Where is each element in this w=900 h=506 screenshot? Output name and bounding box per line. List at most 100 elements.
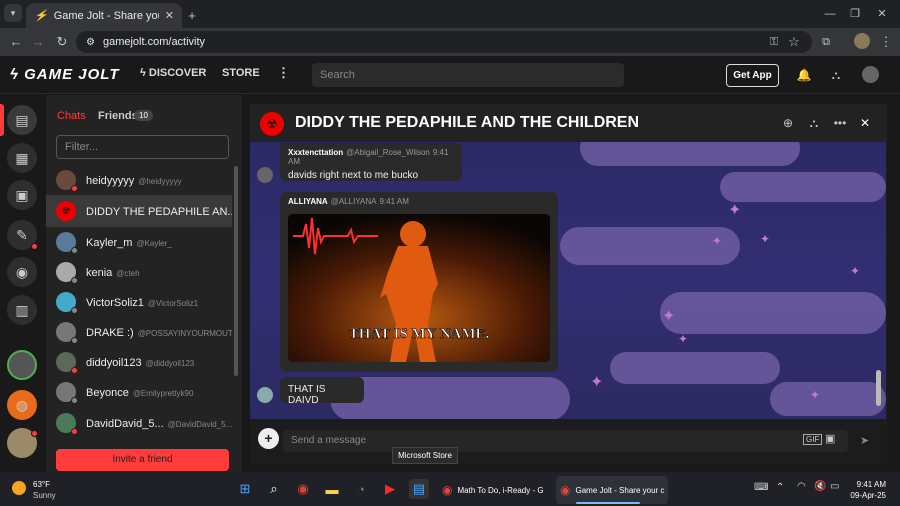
avatar	[56, 170, 78, 192]
volume-muted-icon[interactable]: 🔇	[814, 481, 826, 492]
browser-menu-icon[interactable]: ⋮	[876, 28, 896, 56]
keyboard-icon[interactable]: ⌨	[754, 482, 768, 493]
site-info-icon[interactable]: ⚙	[86, 37, 95, 48]
friends-activity-icon[interactable]: ⛬	[826, 61, 846, 89]
room-title: DIDDY THE PEDAPHILE AND THE CHILDREN	[295, 114, 640, 131]
status-dot	[71, 307, 78, 314]
nav-discover[interactable]: ϟ DISCOVER	[140, 67, 206, 79]
avatar	[56, 262, 78, 284]
close-window-icon[interactable]: ✕	[872, 0, 892, 28]
tab-search-icon[interactable]: ▾	[4, 4, 22, 22]
rail-notification-dot	[31, 243, 38, 250]
gif-caption: THAT IS MY NAME.	[349, 326, 490, 342]
new-tab-icon[interactable]: +	[182, 2, 202, 30]
notifications-bell-icon[interactable]: 🔔	[794, 61, 814, 89]
reload-icon[interactable]: ↻	[52, 28, 72, 56]
message-input[interactable]: Send a message	[283, 430, 848, 452]
more-menu-icon[interactable]: ⋮	[277, 65, 290, 81]
status-dot	[71, 247, 78, 254]
close-chat-icon[interactable]: ✕	[855, 109, 875, 137]
members-icon[interactable]: ⛬	[804, 109, 824, 137]
list-item[interactable]: kenia @cteh	[46, 256, 232, 288]
status-dot	[71, 397, 78, 404]
browser-tab[interactable]: ⚡ Game Jolt - Share your creatio ✕	[26, 3, 182, 28]
windows-start-icon[interactable]: ⊞	[235, 479, 255, 499]
gamejolt-favicon-icon: ⚡	[34, 10, 48, 22]
room-radiation-icon: ☢	[260, 112, 284, 136]
avatar	[56, 232, 78, 254]
status-dot	[71, 337, 78, 344]
filter-input[interactable]: Filter...	[56, 135, 229, 159]
chat-list-scrollbar[interactable]	[234, 166, 238, 376]
tab-friends[interactable]: Friends	[98, 110, 138, 122]
add-attachment-button[interactable]: +	[258, 428, 279, 449]
status-dot	[71, 277, 78, 284]
rail-store-icon[interactable]: ▦	[7, 143, 37, 173]
restore-icon[interactable]: ❐	[845, 0, 865, 28]
list-item[interactable]: DavidDavid_5... @DavidDavid_5...	[46, 407, 232, 439]
chrome-icon[interactable]: ◉	[293, 479, 313, 499]
extensions-icon[interactable]: ⧉	[816, 28, 836, 56]
list-item[interactable]: diddyoil123 @diddyoil123	[46, 346, 232, 378]
list-item[interactable]: heidyyyyy @heidyyyyy	[46, 164, 232, 196]
add-member-icon[interactable]: ⊕	[778, 109, 798, 137]
url-text: gamejolt.com/activity	[102, 36, 206, 48]
rail-inventory-icon[interactable]: ▣	[7, 180, 37, 210]
list-item[interactable]: Kayler_m @Kayler_	[46, 226, 232, 258]
get-app-button[interactable]: Get App	[726, 64, 779, 87]
taskbar-app-iready[interactable]: ◉ Math To Do, i-Ready - G	[438, 476, 550, 504]
user-avatar[interactable]	[862, 66, 879, 83]
rail-library-icon[interactable]: ▥	[7, 295, 37, 325]
invite-friend-button[interactable]: Invite a friend	[56, 449, 229, 471]
nav-store[interactable]: STORE	[222, 67, 260, 79]
tab-chats[interactable]: Chats	[57, 110, 86, 122]
minimize-icon[interactable]: —	[820, 0, 840, 28]
chevron-up-icon[interactable]: ⌃	[776, 482, 784, 493]
rail-community-avatar[interactable]	[7, 350, 37, 380]
message-bubble: THAT IS DAIVD	[280, 377, 364, 406]
weather-widget[interactable]: 63°F Sunny	[33, 479, 56, 501]
microsoft-store-icon[interactable]: ▤	[409, 479, 429, 499]
rail-chat-icon[interactable]: ▤	[7, 105, 37, 135]
gif-image[interactable]: THAT IS MY NAME.	[288, 214, 550, 362]
friends-count-badge: 10	[134, 110, 153, 121]
avatar	[56, 382, 78, 404]
edge-icon[interactable]: ◔	[351, 479, 371, 499]
address-bar[interactable]: ⚙ gamejolt.com/activity	[76, 31, 812, 53]
youtube-icon[interactable]: ▶	[380, 479, 400, 499]
rail-active-indicator	[0, 104, 4, 136]
search-input[interactable]: Search	[312, 63, 624, 87]
profile-avatar[interactable]	[854, 33, 870, 49]
system-clock[interactable]: 9:41 AM 09-Apr-25	[846, 479, 886, 501]
avatar[interactable]	[257, 387, 273, 403]
rail-community-basketball[interactable]: ◍	[7, 390, 37, 420]
chrome-icon: ◉	[560, 483, 571, 497]
forward-icon[interactable]: →	[28, 28, 48, 56]
avatar	[56, 413, 78, 435]
close-tab-icon[interactable]: ✕	[165, 9, 174, 22]
tab-title: Game Jolt - Share your creatio	[53, 9, 159, 22]
sun-weather-icon[interactable]	[12, 481, 26, 495]
taskbar-app-gamejolt[interactable]: ◉ Game Jolt - Share your c	[556, 476, 668, 504]
list-item-selected[interactable]: ☢ DIDDY THE PEDAPHILE AN...	[46, 195, 232, 227]
sticker-icon[interactable]: ▣	[825, 432, 835, 445]
message-bubble: Xxxtencttation @Abigail_Rose_Wilson 9:41 A…	[280, 143, 462, 181]
list-item[interactable]: VictorSoliz1 @VictorSoliz1	[46, 286, 232, 318]
send-icon[interactable]: ➤	[860, 434, 869, 447]
list-item[interactable]: Beyonce @Emilyprettyk90	[46, 376, 232, 408]
rail-realm-icon[interactable]: ◉	[7, 257, 37, 287]
avatar[interactable]	[257, 167, 273, 183]
back-icon[interactable]: ←	[6, 28, 26, 56]
more-options-icon[interactable]: •••	[830, 109, 850, 137]
file-explorer-icon[interactable]: ▬	[322, 479, 342, 499]
taskbar-search-icon[interactable]: ⌕	[264, 479, 284, 499]
avatar	[56, 292, 78, 314]
list-item[interactable]: DRAKE :) @POSSAYINYOURMOUTH	[46, 316, 232, 348]
battery-icon[interactable]: ▭	[830, 481, 839, 492]
gamejolt-logo[interactable]: ϟ GAME JOLT	[10, 66, 120, 83]
bookmark-star-icon[interactable]: ☆	[784, 28, 804, 56]
chat-scrollbar[interactable]	[876, 370, 881, 406]
password-key-icon[interactable]: ⚿	[764, 28, 784, 56]
gif-picker-icon[interactable]: GIF	[803, 434, 823, 445]
wifi-icon[interactable]: ◠	[797, 481, 806, 492]
